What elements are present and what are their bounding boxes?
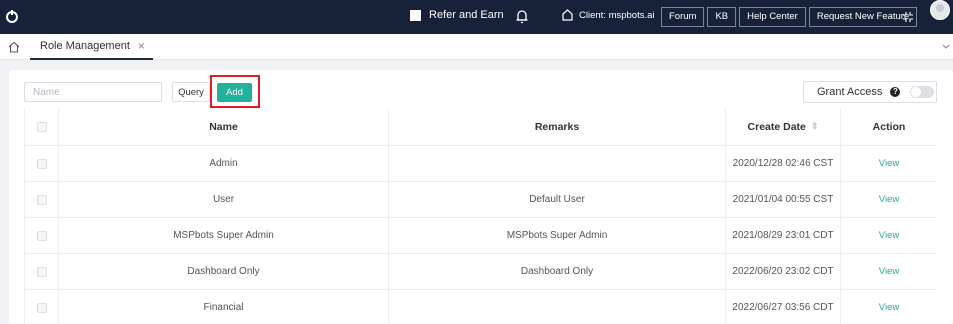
forum-button[interactable]: Forum bbox=[661, 7, 705, 27]
user-avatar[interactable] bbox=[930, 0, 950, 20]
row-name: Financial bbox=[59, 290, 389, 324]
grant-access-toggle[interactable] bbox=[910, 86, 935, 98]
content-card: Query Add Grant Access ? Name Remarks Cr… bbox=[9, 70, 953, 324]
view-link[interactable]: View bbox=[879, 194, 899, 205]
home-icon bbox=[562, 9, 573, 21]
request-new-feature-button[interactable]: Request New Feature bbox=[808, 7, 918, 27]
kb-button[interactable]: KB bbox=[707, 7, 737, 27]
grant-access-control: Grant Access ? bbox=[803, 81, 937, 103]
view-link[interactable]: View bbox=[879, 302, 899, 313]
add-button-highlight: Add bbox=[210, 75, 260, 108]
top-nav-buttons: Forum KB Help Center Request New Feature bbox=[661, 7, 920, 27]
table-row: Admin 2020/12/28 02:46 CST View bbox=[24, 146, 937, 182]
row-remarks: Dashboard Only bbox=[389, 254, 726, 289]
row-create-date: 2020/12/28 02:46 CST bbox=[726, 146, 841, 181]
row-checkbox[interactable] bbox=[36, 302, 47, 313]
row-checkbox[interactable] bbox=[36, 158, 47, 169]
fullscreen-icon[interactable] bbox=[903, 12, 913, 22]
row-remarks: MSPbots Super Admin bbox=[389, 218, 726, 253]
table-row: Dashboard Only Dashboard Only 2022/06/20… bbox=[24, 254, 937, 290]
row-name: Dashboard Only bbox=[59, 254, 389, 289]
table-row: User Default User 2021/01/04 00:55 CST V… bbox=[24, 182, 937, 218]
home-tab-icon[interactable] bbox=[8, 41, 20, 53]
tab-role-management[interactable]: Role Management × bbox=[30, 34, 153, 60]
logo-icon[interactable] bbox=[5, 10, 19, 24]
header-create-date-label: Create Date bbox=[747, 120, 806, 133]
row-create-date: 2021/08/29 23:01 CDT bbox=[726, 218, 841, 253]
header-checkbox-cell bbox=[24, 108, 59, 145]
view-link[interactable]: View bbox=[879, 266, 899, 277]
tab-bar: Role Management × bbox=[0, 34, 953, 60]
roles-table: Name Remarks Create Date ⇕ Action Admin … bbox=[24, 108, 937, 324]
row-name: MSPbots Super Admin bbox=[59, 218, 389, 253]
view-link[interactable]: View bbox=[879, 230, 899, 241]
header-create-date[interactable]: Create Date ⇕ bbox=[726, 108, 841, 145]
row-checkbox[interactable] bbox=[36, 194, 47, 205]
add-button[interactable]: Add bbox=[217, 83, 252, 102]
row-name: User bbox=[59, 182, 389, 217]
gift-icon bbox=[410, 9, 421, 21]
help-icon[interactable]: ? bbox=[890, 87, 901, 97]
row-checkbox[interactable] bbox=[36, 230, 47, 241]
name-search-input[interactable] bbox=[24, 82, 162, 102]
table-row: Financial 2022/06/27 03:56 CDT View bbox=[24, 290, 937, 324]
client-selector[interactable]: Client: mspbots.ai bbox=[562, 9, 655, 21]
tab-label: Role Management bbox=[40, 40, 130, 52]
row-create-date: 2022/06/20 23:02 CDT bbox=[726, 254, 841, 289]
bell-icon[interactable] bbox=[515, 9, 529, 24]
row-create-date: 2021/01/04 00:55 CST bbox=[726, 182, 841, 217]
row-name: Admin bbox=[59, 146, 389, 181]
header-action: Action bbox=[872, 120, 906, 133]
table-header-row: Name Remarks Create Date ⇕ Action bbox=[24, 108, 937, 146]
select-all-checkbox[interactable] bbox=[36, 121, 47, 132]
row-remarks: Default User bbox=[389, 182, 726, 217]
close-tab-icon[interactable]: × bbox=[138, 39, 145, 53]
row-remarks bbox=[389, 146, 726, 181]
row-remarks bbox=[389, 290, 726, 324]
top-bar: Refer and Earn Client: mspbots.ai Forum … bbox=[0, 0, 953, 34]
refer-label: Refer and Earn bbox=[429, 9, 504, 21]
row-checkbox[interactable] bbox=[36, 266, 47, 277]
refer-and-earn[interactable]: Refer and Earn bbox=[410, 9, 504, 21]
client-label: Client: mspbots.ai bbox=[579, 9, 655, 21]
view-link[interactable]: View bbox=[879, 158, 899, 169]
help-center-button[interactable]: Help Center bbox=[739, 7, 806, 27]
grant-access-label: Grant Access bbox=[817, 86, 883, 98]
header-name[interactable]: Name bbox=[59, 108, 389, 145]
table-row: MSPbots Super Admin MSPbots Super Admin … bbox=[24, 218, 937, 254]
query-button[interactable]: Query bbox=[172, 82, 210, 102]
header-remarks: Remarks bbox=[389, 108, 726, 145]
chevron-down-icon[interactable] bbox=[941, 41, 951, 51]
sort-icon[interactable]: ⇕ bbox=[811, 121, 819, 132]
row-create-date: 2022/06/27 03:56 CDT bbox=[726, 290, 841, 324]
